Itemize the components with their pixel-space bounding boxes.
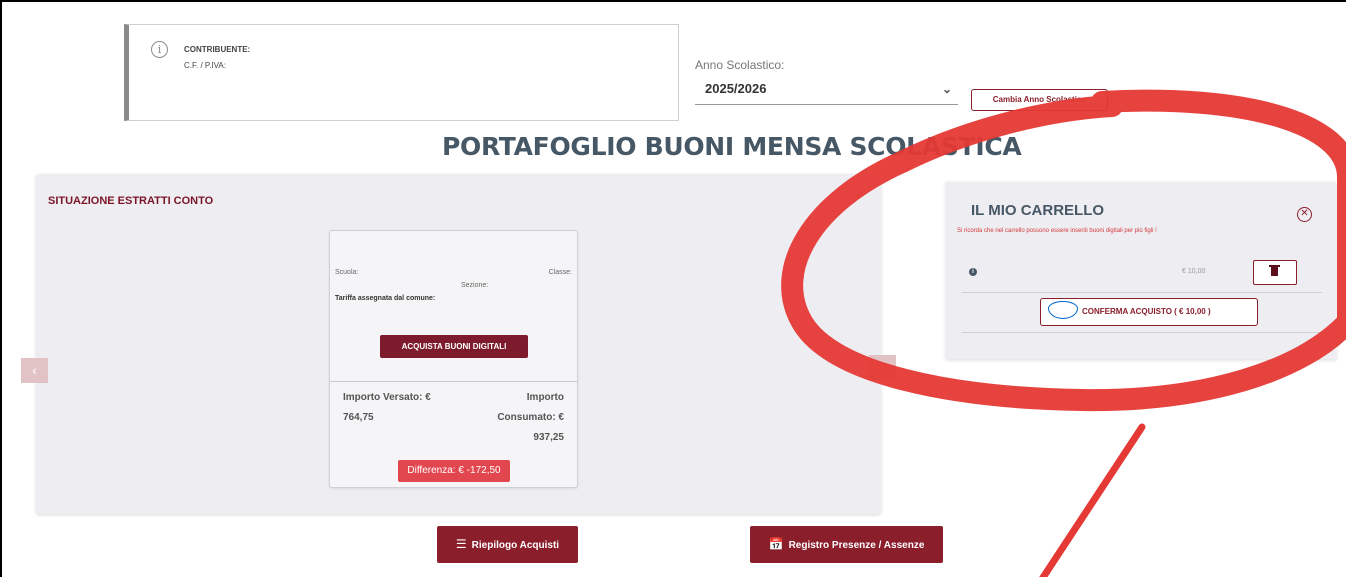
classe-label: Classe:	[548, 269, 572, 276]
importo-consumato-label-1: Importo	[526, 392, 564, 403]
riepilogo-acquisti-button[interactable]: ☰ Riepilogo Acquisti	[437, 526, 578, 563]
list-icon: ☰	[455, 537, 467, 551]
scuola-label: Scuola:	[335, 269, 359, 276]
acquista-buoni-button[interactable]: ACQUISTA BUONI DIGITALI	[380, 335, 528, 358]
annotation-arrow-line	[1039, 423, 1146, 577]
situazione-title: SITUAZIONE ESTRATTI CONTO	[48, 195, 214, 207]
cart-note: Si ricorda che nel carrello possono esse…	[957, 228, 1157, 234]
page-title: PORTAFOGLIO BUONI MENSA SCOLASTICA	[442, 132, 1022, 161]
trash-icon	[1271, 267, 1278, 276]
carousel-prev-button[interactable]: ‹	[21, 358, 48, 383]
anno-scolastico-select[interactable]: 2025/2026 ⌄	[695, 79, 958, 105]
cart-divider	[962, 292, 1322, 293]
sezione-label: Sezione:	[461, 282, 489, 289]
anno-selected-value: 2025/2026	[705, 81, 767, 96]
info-dot-icon: i	[969, 268, 977, 276]
cambia-anno-button[interactable]: Cambia Anno Scolastico	[971, 89, 1108, 111]
delete-item-button[interactable]	[1253, 260, 1297, 285]
tariffa-label: Tariffa assegnata dal comune:	[335, 295, 436, 302]
cart-divider-bottom	[962, 332, 1322, 333]
conferma-label: CONFERMA ACQUISTO ( € 10,00 )	[1082, 307, 1211, 316]
chevron-down-icon: ⌄	[941, 82, 952, 96]
pagopa-logo-icon	[1048, 301, 1078, 320]
conferma-acquisto-button[interactable]: CONFERMA ACQUISTO ( € 10,00 )	[1040, 298, 1258, 326]
carousel-next-button[interactable]: ›	[869, 355, 896, 380]
registro-label: Registro Presenze / Assenze	[788, 540, 925, 551]
importo-consumato-label-2: Consumato: €	[497, 412, 564, 423]
contribuente-label: CONTRIBUENTE:	[184, 45, 251, 54]
contribuente-box: i CONTRIBUENTE: C.F. / P.IVA:	[124, 24, 679, 121]
calendar-icon: 📅	[768, 537, 784, 551]
cf-label: C.F. / P.IVA:	[184, 61, 226, 70]
importo-versato-label: Importo Versato: €	[343, 392, 431, 403]
info-icon: i	[151, 41, 168, 58]
anno-scolastico-label: Anno Scolastico:	[695, 58, 785, 72]
registro-presenze-button[interactable]: 📅 Registro Presenze / Assenze	[750, 526, 943, 563]
cart-title: IL MIO CARRELLO	[971, 202, 1105, 219]
cart-item-price: € 10,00	[1182, 268, 1206, 275]
card-divider	[330, 381, 577, 382]
chevron-up-icon[interactable]: ⌃	[853, 192, 863, 206]
riepilogo-label: Riepilogo Acquisti	[471, 540, 560, 551]
importo-consumato-value: 937,25	[533, 432, 564, 443]
differenza-badge: Differenza: € -172,50	[398, 460, 510, 482]
close-icon[interactable]: ✕	[1297, 207, 1312, 222]
estratto-conto-card: Scuola: Classe: Sezione: Tariffa assegna…	[329, 230, 578, 488]
cart-panel: IL MIO CARRELLO ✕ Si ricorda che nel car…	[946, 182, 1336, 359]
importo-versato-value: 764,75	[343, 412, 374, 423]
